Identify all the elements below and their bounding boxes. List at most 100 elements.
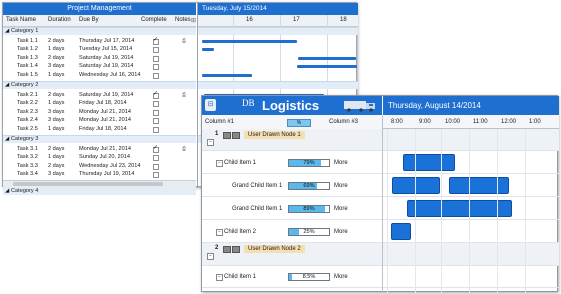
col-notes[interactable]: Notes <box>175 17 191 23</box>
col-column1[interactable]: Column #1 <box>205 119 234 125</box>
task-row[interactable]: Task 1.2 1 days Tuesday Jul 15, 2014 <box>3 46 196 53</box>
hour-label: 18 <box>340 17 347 23</box>
gantt-bar[interactable] <box>392 177 440 194</box>
category-row[interactable]: ◢ Category 3 <box>3 135 196 143</box>
task-name: Task 3.3 <box>17 162 38 169</box>
category-row[interactable]: ◢ Category 4 <box>3 187 196 195</box>
gantt-gridline <box>415 129 416 293</box>
logistics-window: ⊟ DB Logistics Thursday, August 14/2014 … <box>201 95 559 293</box>
note-icon[interactable]: ⎙ <box>182 38 186 45</box>
complete-checkbox[interactable] <box>153 109 159 116</box>
task-row[interactable]: Task 2.2 1 days Friday Jul 18, 2014 <box>3 100 196 107</box>
hour-label: 17 <box>293 17 300 23</box>
gantt-task-bar[interactable] <box>202 48 214 51</box>
more-link[interactable]: More <box>334 206 348 212</box>
gantt-bar[interactable] <box>403 154 455 171</box>
category-label: Category 3 <box>11 136 39 142</box>
node-tool-icon[interactable] <box>232 246 240 253</box>
scrollbar-thumb[interactable] <box>13 182 163 186</box>
task-row[interactable]: Task 3.1 2 days Monday Jul 21, 2014 ⎙ <box>3 145 196 153</box>
task-row[interactable]: Task 2.3 3 days Monday Jul 21, 2014 <box>3 109 196 116</box>
progress-bar[interactable]: 8.5% <box>288 273 330 281</box>
expand-toggle-icon[interactable]: − <box>207 253 214 260</box>
node-tool-icon[interactable] <box>223 246 231 253</box>
collapse-arrow-icon[interactable]: ◢ <box>5 188 9 195</box>
complete-checkbox[interactable] <box>153 91 159 99</box>
more-link[interactable]: More <box>334 229 348 235</box>
task-row[interactable]: Task 3.3 2 days Wednesday Jul 23, 2014 <box>3 163 196 170</box>
node-row[interactable]: 1− User Drawn Node 1 <box>202 129 559 151</box>
collapse-arrow-icon[interactable]: ◢ <box>5 28 9 35</box>
col-task-name[interactable]: Task Name <box>6 17 36 23</box>
task-due-date: Saturday Jul 19, 2014 <box>79 91 134 98</box>
category-row[interactable]: ◢ Category 2 <box>3 81 196 89</box>
more-link[interactable]: More <box>334 160 348 166</box>
progress-bar[interactable]: 25% <box>288 227 330 236</box>
complete-checkbox[interactable] <box>153 64 159 70</box>
task-row[interactable]: Task 1.5 1 days Wednesday Jul 16, 2014 <box>3 72 196 79</box>
task-duration: 2 days <box>48 91 65 98</box>
complete-checkbox[interactable] <box>153 72 159 79</box>
task-row[interactable]: Task 1.3 2 days Saturday Jul 19, 2014 <box>3 55 196 62</box>
expand-toggle-icon[interactable]: − <box>216 159 223 167</box>
task-row[interactable]: Task 1.4 3 days Saturday Jul 19, 2014 <box>3 63 196 70</box>
item-row[interactable]: − Child Item 2 25% More <box>202 220 559 243</box>
progress-bar[interactable]: 69% <box>288 181 330 190</box>
gantt-bar[interactable] <box>449 177 509 194</box>
task-name: Task 1.3 <box>17 54 38 61</box>
task-name: Task 1.1 <box>17 37 38 44</box>
node-tool-icon[interactable] <box>223 132 231 139</box>
task-row[interactable]: Task 3.4 3 days Thursday Jul 19, 2014 <box>3 171 196 178</box>
expand-toggle-icon[interactable]: − <box>216 228 223 236</box>
col-due-by[interactable]: Due By <box>79 17 99 23</box>
complete-checkbox[interactable] <box>153 55 159 62</box>
progress-bar[interactable]: 89% <box>288 204 330 213</box>
gantt-task-bar[interactable] <box>202 39 297 43</box>
task-due-date: Monday Jul 21, 2014 <box>79 108 131 115</box>
complete-checkbox[interactable] <box>153 145 159 153</box>
col-column3[interactable]: Column #3 <box>329 119 358 125</box>
complete-checkbox[interactable] <box>153 155 159 161</box>
task-row[interactable]: Task 2.1 2 days Saturday Jul 19, 2014 ⎙ <box>3 91 196 99</box>
task-row[interactable]: Task 2.5 1 days Friday Jul 18, 2014 <box>3 126 196 133</box>
note-icon[interactable]: ⎙ <box>182 92 186 99</box>
complete-checkbox[interactable] <box>153 163 159 170</box>
collapse-arrow-icon[interactable]: ◢ <box>5 82 9 89</box>
gantt-task-bar[interactable] <box>202 73 252 77</box>
complete-checkbox[interactable] <box>153 118 159 124</box>
task-duration: 2 days <box>48 54 65 61</box>
progress-bar[interactable]: 79% <box>288 158 330 167</box>
task-row[interactable]: Task 2.4 3 days Monday Jul 21, 2014 <box>3 117 196 124</box>
col-complete[interactable]: Complete <box>141 17 167 23</box>
item-row[interactable]: − Child Item 1 79% More <box>202 151 559 174</box>
gantt-task-bar[interactable] <box>298 56 356 60</box>
expand-toggle-icon[interactable]: − <box>216 274 223 281</box>
gantt-bar[interactable] <box>391 223 411 240</box>
column-menu-icon[interactable]: ⊞ <box>191 17 196 24</box>
col-percent[interactable]: % <box>287 119 311 127</box>
col-duration[interactable]: Duration <box>48 17 71 23</box>
complete-checkbox[interactable] <box>153 172 159 178</box>
pane-divider[interactable] <box>382 129 383 293</box>
gantt-hours-header: 16 17 18 <box>198 15 358 27</box>
more-link[interactable]: More <box>334 183 348 189</box>
category-label: Category 1 <box>11 28 39 34</box>
category-row[interactable]: ◢ Category 1 <box>3 27 196 35</box>
more-link[interactable]: More <box>334 274 348 280</box>
node-tool-icon[interactable] <box>232 132 240 139</box>
complete-checkbox[interactable] <box>153 126 159 133</box>
task-row[interactable]: Task 1.1 2 days Thursday Jul 17, 2014 ⎙ <box>3 37 196 45</box>
complete-checkbox[interactable] <box>153 47 159 53</box>
node-row[interactable]: 2− User Drawn Node 2 <box>202 243 559 266</box>
complete-checkbox[interactable] <box>153 101 159 107</box>
hour-label: 9:00 <box>419 119 431 125</box>
gantt-task-bar[interactable] <box>297 65 357 68</box>
complete-checkbox[interactable] <box>153 37 159 45</box>
task-row[interactable]: Task 3.2 1 days Sunday Jul 20, 2014 <box>3 154 196 161</box>
item-row[interactable]: − Child Item 1 8.5% More <box>202 266 559 288</box>
collapse-arrow-icon[interactable]: ◢ <box>5 136 9 143</box>
note-icon[interactable]: ⎙ <box>182 146 186 153</box>
expand-toggle-icon[interactable]: − <box>207 139 214 146</box>
task-duration: 1 days <box>48 46 65 52</box>
horizontal-scrollbar[interactable] <box>3 180 196 188</box>
